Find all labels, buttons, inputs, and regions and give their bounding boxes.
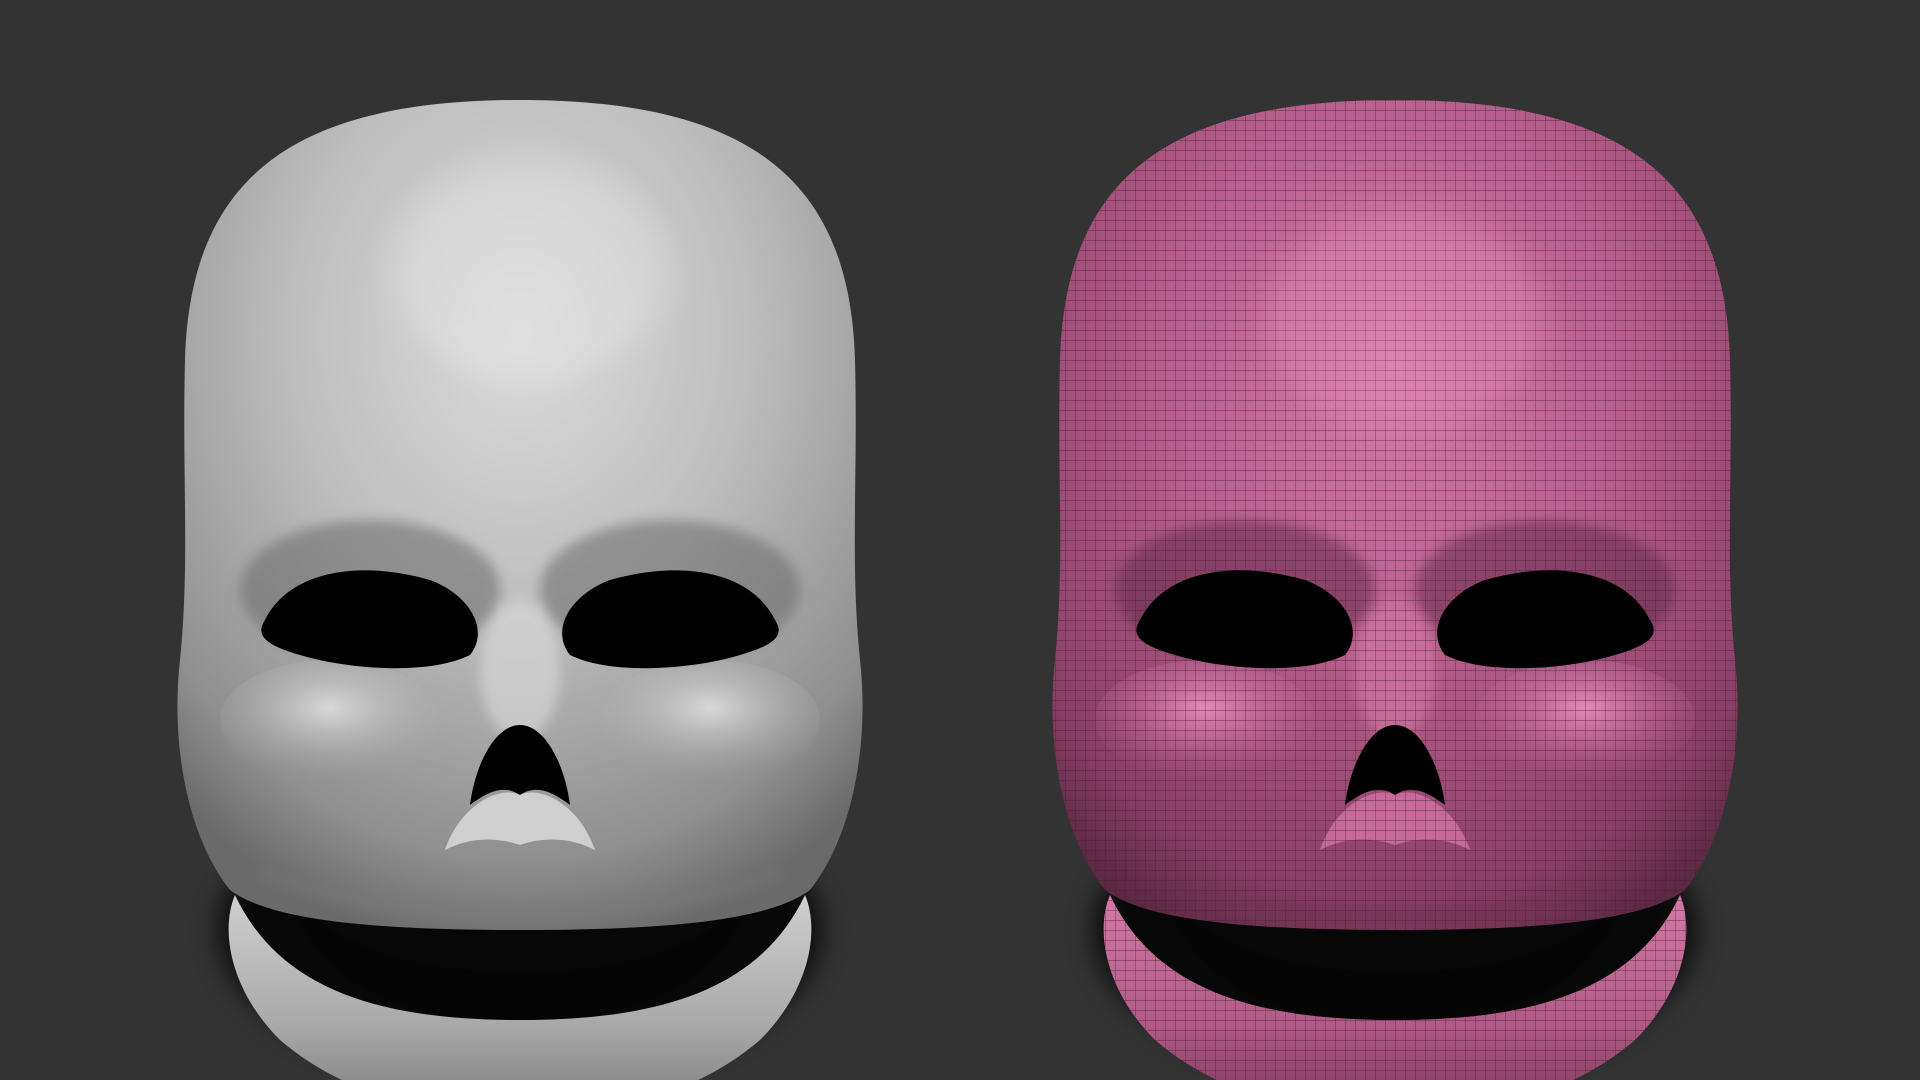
wireframe-skull-model[interactable] [1052, 100, 1738, 1080]
smooth-skull-model[interactable] [177, 100, 863, 1080]
3d-viewport[interactable] [0, 0, 1920, 1080]
skull-comparison-render [177, 100, 1738, 1080]
